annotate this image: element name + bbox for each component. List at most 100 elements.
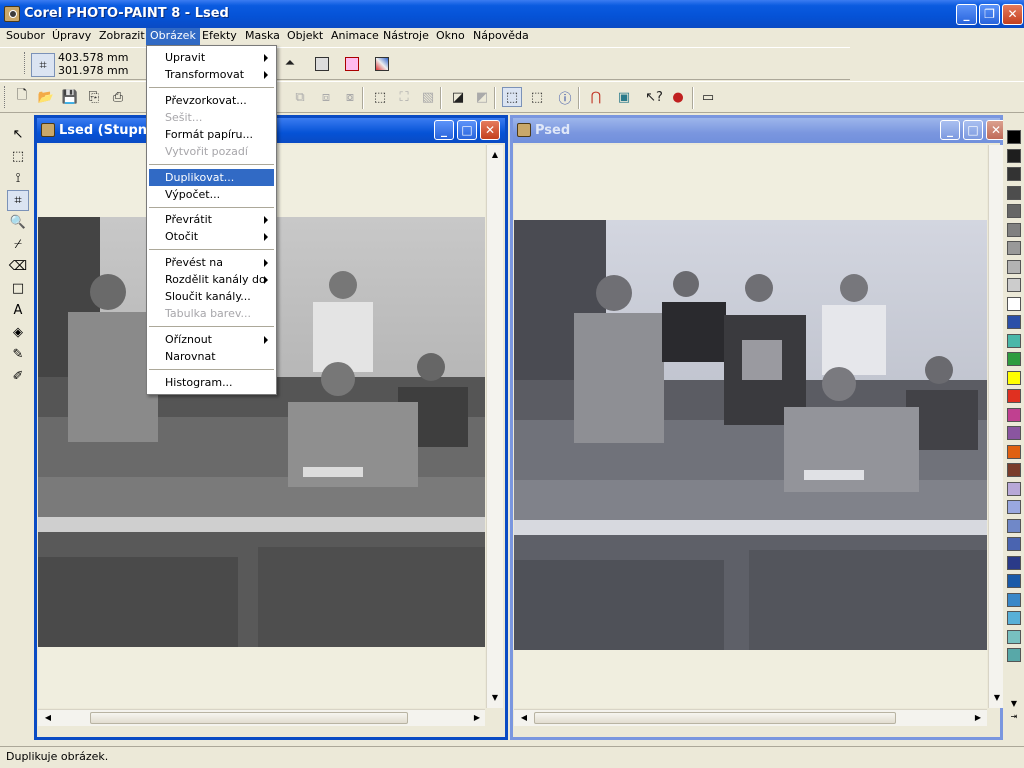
- palette-swatch[interactable]: [1007, 259, 1021, 274]
- menu-item-prevest-na[interactable]: Převést na: [149, 254, 274, 271]
- palette-swatch[interactable]: [1007, 148, 1021, 163]
- palette-swatch[interactable]: [1007, 315, 1021, 329]
- menu-napoveda[interactable]: Nápověda: [469, 28, 533, 46]
- save-icon[interactable]: 💾: [60, 87, 80, 107]
- help-pointer-icon[interactable]: ↖?: [644, 87, 664, 107]
- width-field[interactable]: 403.578 mm: [58, 51, 128, 64]
- palette-swatch[interactable]: [1007, 407, 1021, 422]
- lock-mask-icon[interactable]: ◩: [472, 87, 492, 107]
- palette-swatch[interactable]: [1007, 444, 1021, 459]
- palette-swatch[interactable]: [1007, 648, 1021, 662]
- menu-item-prevzorkovat[interactable]: Převzorkovat...: [149, 92, 274, 109]
- print-icon[interactable]: ⎙: [108, 87, 128, 107]
- scroll-thumb[interactable]: [90, 712, 408, 724]
- palette-swatch[interactable]: [1007, 241, 1021, 255]
- menu-item-histogram[interactable]: Histogram...: [149, 374, 274, 391]
- pick-tool-icon[interactable]: ↖: [7, 124, 29, 145]
- paint-on-mask-icon[interactable]: ◪: [448, 87, 468, 107]
- menu-item-prevratit[interactable]: Převrátit: [149, 211, 274, 228]
- menu-efekty[interactable]: Efekty: [198, 28, 241, 46]
- crop-size-icon[interactable]: ⌗: [31, 53, 55, 77]
- doc-minimize-button[interactable]: _: [434, 120, 454, 140]
- menu-item-rozdelit-kanaly[interactable]: Rozdělit kanály do: [149, 271, 274, 288]
- apple-icon[interactable]: ●: [668, 87, 688, 107]
- toolbar-grip[interactable]: [4, 86, 7, 108]
- palette-swatch[interactable]: [1007, 278, 1021, 292]
- doc-minimize-button[interactable]: _: [940, 120, 960, 140]
- show-object-marquee-icon[interactable]: ⬚: [527, 87, 547, 107]
- palette-swatch[interactable]: [1007, 352, 1021, 366]
- magnet-icon[interactable]: ⋂: [586, 87, 606, 107]
- palette-swatch[interactable]: [1007, 629, 1021, 644]
- close-button[interactable]: ✕: [1002, 4, 1023, 25]
- menu-animace[interactable]: Animace: [327, 28, 383, 46]
- menu-item-narovnat[interactable]: Narovnat: [149, 348, 274, 365]
- mask-remove-icon[interactable]: ▧: [418, 87, 438, 107]
- fit-icon[interactable]: [312, 54, 332, 74]
- text-tool-icon[interactable]: A: [7, 300, 29, 321]
- document-icon[interactable]: [41, 123, 55, 137]
- image-canvas[interactable]: [514, 145, 987, 708]
- palette-swatch[interactable]: [1007, 130, 1021, 144]
- menu-zobrazit[interactable]: Zobrazit: [95, 28, 149, 46]
- palette-swatch[interactable]: [1007, 481, 1021, 496]
- fill-tool-icon[interactable]: ◈: [7, 322, 29, 343]
- palette-swatch[interactable]: [1007, 611, 1021, 625]
- object-ungroup-icon[interactable]: ⧇: [340, 87, 360, 107]
- restore-button[interactable]: ❐: [979, 4, 1000, 25]
- palette-swatch[interactable]: [1007, 333, 1021, 348]
- doc-maximize-button[interactable]: □: [963, 120, 983, 140]
- palette-swatch[interactable]: [1007, 463, 1021, 477]
- full-screen-icon[interactable]: ▭: [698, 87, 718, 107]
- color-mask-icon[interactable]: ▣: [614, 87, 634, 107]
- menu-nastroje[interactable]: Nástroje: [379, 28, 433, 46]
- document-icon[interactable]: [517, 123, 531, 137]
- palette-expand-icon[interactable]: ⇥: [1006, 709, 1022, 725]
- open-folder-icon[interactable]: 📂: [36, 87, 56, 107]
- doc-maximize-button[interactable]: □: [457, 120, 477, 140]
- scroll-right-button[interactable]: ▶: [469, 710, 485, 726]
- horizontal-scrollbar[interactable]: ◀ ▶: [514, 709, 987, 726]
- scroll-left-button[interactable]: ◀: [40, 710, 56, 726]
- info-icon[interactable]: ⓘ: [555, 87, 575, 107]
- menu-item-duplikovat[interactable]: Duplikovat...: [149, 169, 274, 186]
- menu-maska[interactable]: Maska: [241, 28, 284, 46]
- palette-swatch[interactable]: [1007, 537, 1021, 551]
- doc-close-button[interactable]: ✕: [480, 120, 500, 140]
- palette-swatch[interactable]: [1007, 296, 1021, 311]
- menu-item-otocit[interactable]: Otočit: [149, 228, 274, 245]
- mask-marquee-icon[interactable]: ⬚: [370, 87, 390, 107]
- horizontal-scrollbar[interactable]: ◀ ▶: [38, 709, 485, 726]
- mask-transform-tool-icon[interactable]: ⟟: [7, 168, 29, 189]
- paint-tool-icon[interactable]: ✎: [7, 344, 29, 365]
- menu-item-sloucit-kanaly[interactable]: Sloučit kanály...: [149, 288, 274, 305]
- effect-tool-icon[interactable]: ✐: [7, 366, 29, 387]
- corel-photopaint-app-icon[interactable]: [4, 6, 20, 22]
- palette-swatch[interactable]: [1007, 167, 1021, 181]
- palette-swatch[interactable]: [1007, 500, 1021, 514]
- menu-item-upravit[interactable]: Upravit: [149, 49, 274, 66]
- menu-objekt[interactable]: Objekt: [283, 28, 327, 46]
- scroll-thumb[interactable]: [534, 712, 896, 724]
- crop-tool-icon[interactable]: ⌗: [7, 190, 29, 211]
- toolbar-grip[interactable]: [24, 52, 27, 74]
- palette-swatch[interactable]: [1007, 370, 1021, 385]
- scroll-down-button[interactable]: ▼: [487, 690, 503, 706]
- scroll-right-button[interactable]: ▶: [970, 710, 986, 726]
- minimize-button[interactable]: _: [956, 4, 977, 25]
- mask-invert-icon[interactable]: ⛶: [394, 87, 414, 107]
- palette-swatch[interactable]: [1007, 204, 1021, 218]
- menu-item-vypocet[interactable]: Výpočet...: [149, 186, 274, 203]
- palette-swatch[interactable]: [1007, 592, 1021, 607]
- copy-icon[interactable]: ⎘: [84, 87, 104, 107]
- palette-swatch[interactable]: [1007, 518, 1021, 533]
- menu-item-transformovat[interactable]: Transformovat: [149, 66, 274, 83]
- rectangle-tool-icon[interactable]: □: [7, 278, 29, 299]
- height-field[interactable]: 301.978 mm: [58, 64, 128, 77]
- photo-image[interactable]: [514, 220, 987, 650]
- new-file-icon[interactable]: 🗋: [12, 87, 32, 107]
- menu-soubor[interactable]: Soubor: [2, 28, 49, 46]
- vertical-scrollbar[interactable]: ▲ ▼: [486, 145, 503, 708]
- object-combine-icon[interactable]: ⧉: [290, 87, 310, 107]
- menu-upravy[interactable]: Úpravy: [48, 28, 95, 46]
